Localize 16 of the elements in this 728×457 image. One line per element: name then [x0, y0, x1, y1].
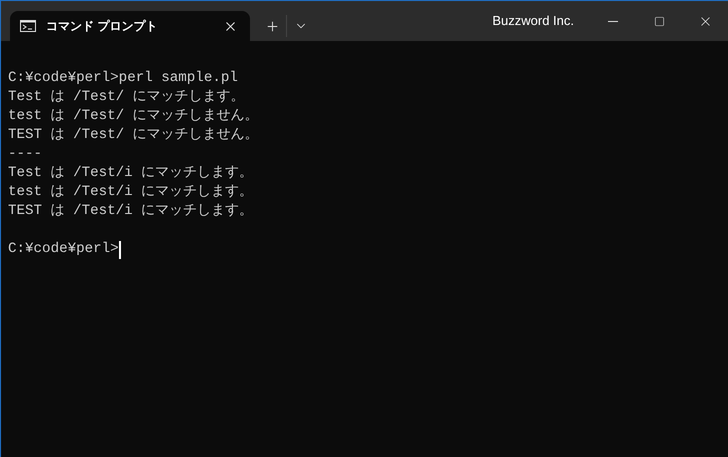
minimize-icon [608, 20, 618, 22]
plus-icon [264, 18, 280, 34]
terminal-line: TEST は /Test/ にマッチしません。 [8, 126, 259, 145]
terminal-line: test は /Test/i にマッチします。 [8, 183, 254, 202]
terminal-prompt: C:¥code¥perl> [8, 240, 119, 259]
maximize-icon [654, 16, 664, 26]
terminal-line: Test は /Test/i にマッチします。 [8, 164, 254, 183]
tab[interactable]: コマンド プロンプト [10, 11, 250, 41]
terminal-line: test は /Test/ にマッチしません。 [8, 107, 259, 126]
terminal-line: Test は /Test/ にマッチします。 [8, 88, 245, 107]
terminal-icon [20, 20, 36, 32]
tab-label: コマンド プロンプト [46, 18, 158, 35]
terminal-line: ---- [8, 145, 42, 164]
window-title: Buzzword Inc. [492, 12, 574, 30]
terminal-line: C:¥code¥perl>perl sample.pl [8, 69, 238, 88]
terminal-line: TEST は /Test/i にマッチします。 [8, 202, 254, 221]
